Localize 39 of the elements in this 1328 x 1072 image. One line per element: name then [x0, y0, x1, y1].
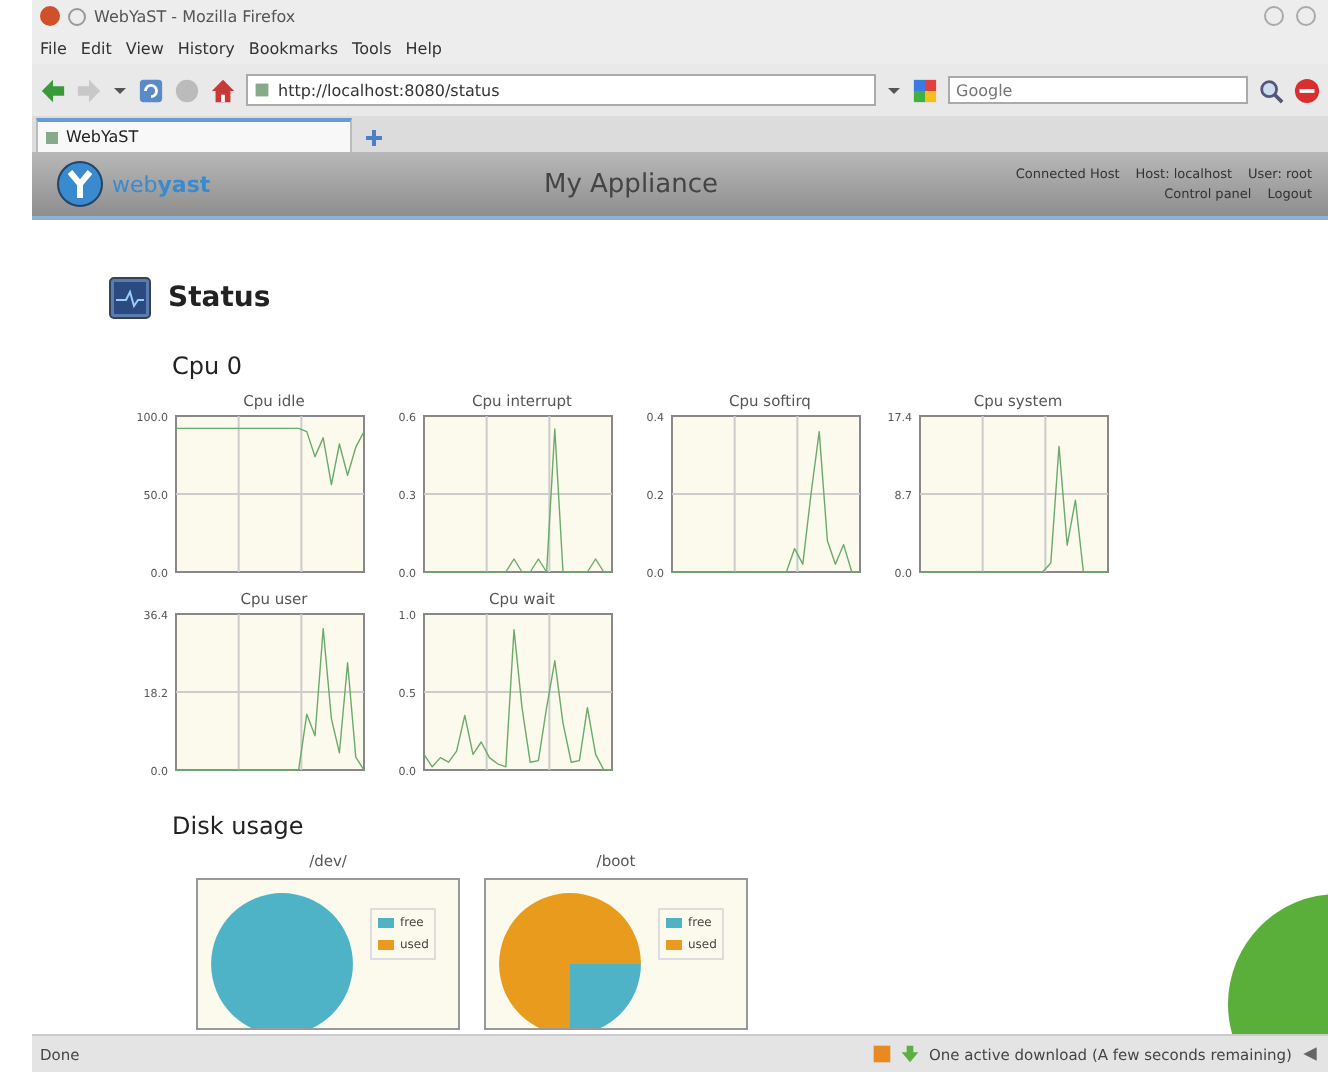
circle-icon — [68, 7, 86, 25]
search-field[interactable]: Google — [948, 76, 1248, 104]
menu-item[interactable]: File — [40, 39, 67, 57]
window-title: WebYaST - Mozilla Firefox — [94, 7, 296, 25]
menu-item[interactable]: History — [177, 39, 235, 57]
note-icon — [872, 1044, 893, 1064]
close-button[interactable] — [1296, 6, 1316, 26]
monitor-icon — [108, 276, 152, 320]
download-arrow-icon — [900, 1044, 921, 1064]
section-heading: Cpu 0 — [172, 352, 245, 380]
stop-sign-icon[interactable] — [1294, 77, 1320, 103]
menu-item[interactable]: Edit — [80, 39, 112, 57]
dropdown-caret-icon[interactable] — [886, 82, 902, 98]
reload-icon[interactable] — [138, 77, 164, 103]
logo-text: webyast — [112, 171, 211, 197]
address-field[interactable]: http://localhost:8080/status — [246, 74, 876, 106]
menu-item[interactable]: Tools — [352, 39, 392, 57]
page-title: Status — [168, 282, 271, 314]
search-icon[interactable] — [1258, 77, 1284, 103]
search-engine-icon[interactable] — [912, 77, 938, 103]
logo-icon — [56, 160, 104, 208]
legend-swatch — [666, 918, 682, 929]
legend-swatch — [378, 940, 394, 951]
legend-swatch — [666, 940, 682, 951]
menu-item[interactable]: Bookmarks — [248, 39, 339, 57]
home-icon[interactable] — [210, 77, 236, 103]
appliance-title: My Appliance — [542, 169, 721, 199]
menu-item[interactable]: View — [125, 39, 164, 57]
dropdown-caret-icon[interactable] — [112, 82, 128, 98]
section-heading: Disk usage — [172, 812, 306, 840]
pie-slice — [211, 893, 353, 1028]
back-arrow-icon[interactable] — [40, 77, 66, 103]
arrow-icon — [1300, 1044, 1320, 1064]
browser-logo-icon — [40, 6, 60, 26]
browser-tab[interactable]: WebYaST — [36, 118, 352, 152]
legend-swatch — [378, 918, 394, 929]
page-icon — [254, 82, 270, 98]
menu-item[interactable]: Help — [405, 39, 443, 57]
minimize-button[interactable] — [1264, 6, 1284, 26]
